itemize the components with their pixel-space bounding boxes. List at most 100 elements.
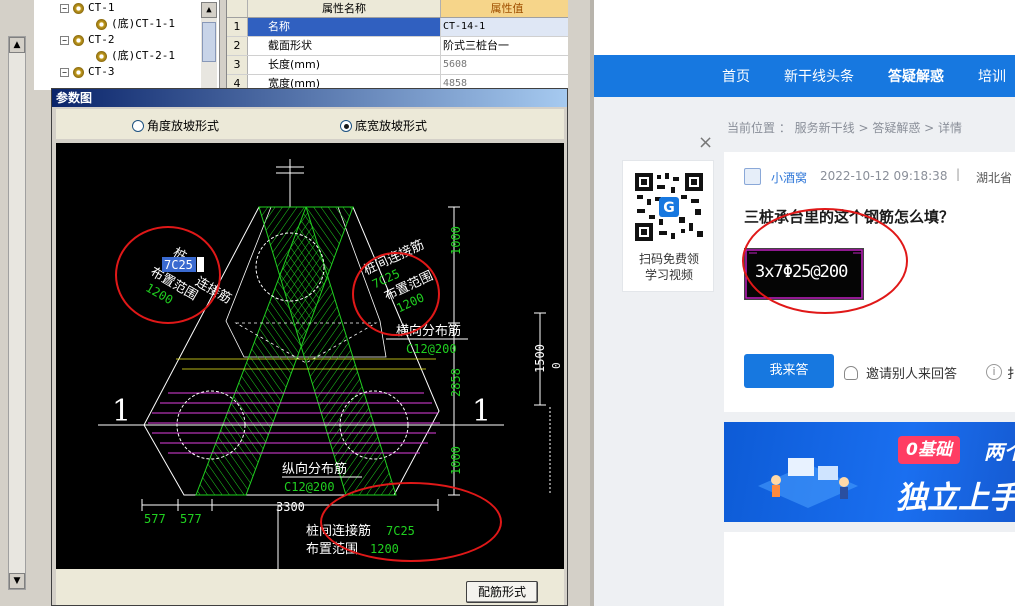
dim-0: 0 [550, 362, 563, 369]
left-connection-label: 桩 连接筋 布置范围 1200 [143, 245, 234, 307]
banner-subtitle: 两个 [984, 440, 1015, 464]
text-cursor [197, 257, 204, 272]
dialog-footer: 配筋形式 [56, 569, 564, 605]
invite-answer-link[interactable]: 邀请别人来回答 [844, 363, 957, 382]
dim-577-a: 577 [144, 512, 166, 526]
cad-drawing-canvas[interactable]: 1 1 1000 2858 1000 1500 0 577 577 3300 桩… [56, 143, 564, 569]
banner-badge: 0基础 [898, 436, 960, 464]
radio-button-selected-icon[interactable] [340, 119, 352, 132]
component-gear-icon [96, 50, 107, 62]
qr-promo-card[interactable]: G 扫码免费领 学习视频 [622, 160, 714, 292]
cad-application-pane: ▲ ▼ − CT-1 (底)CT-1-1 − CT-2 (底)CT-2-1 − CT-… [0, 0, 592, 606]
row-index: 1 [227, 18, 248, 36]
property-value-input[interactable]: 阶式三桩台一 [441, 37, 573, 55]
longitudinal-bar-label: 纵向分布筋 [282, 461, 347, 477]
radio-bottom-width-slope[interactable]: 底宽放坡形式 [340, 117, 427, 134]
transverse-bar-label: 横向分布筋 [396, 323, 461, 339]
outer-vertical-scrollbar[interactable]: ▲ ▼ [8, 36, 26, 590]
tree-item[interactable]: − CT-3 [34, 64, 219, 80]
tree-scrollbar[interactable]: ▲ [201, 2, 217, 90]
collapse-toggle-icon[interactable]: − [60, 67, 69, 77]
banner-title: 独立上手 [896, 480, 1015, 516]
bottom-range-value: 1200 [370, 542, 399, 556]
tree-item-label: CT-1 [88, 1, 115, 14]
classroom-illustration-icon [758, 458, 858, 508]
site-header [594, 0, 1015, 55]
row-index: 3 [227, 56, 248, 74]
meta-divider: | [956, 167, 961, 181]
radio-angle-slope[interactable]: 角度放坡形式 [132, 117, 219, 134]
dim-1000-top: 1000 [449, 226, 463, 255]
question-image-text: 3x7Φ25@200 [755, 262, 848, 282]
property-row[interactable]: 2 截面形状 阶式三桩台一 [227, 37, 576, 56]
scroll-down-arrow-icon[interactable]: ▼ [9, 573, 25, 589]
tree-item[interactable]: − CT-2 [34, 32, 219, 48]
longitudinal-distribution-bars [148, 392, 440, 454]
component-gear-icon [73, 2, 84, 14]
header-property-value: 属性值 [441, 0, 573, 17]
nav-item-headlines[interactable]: 新干线头条 [784, 66, 854, 86]
dim-1500: 1500 [533, 344, 547, 373]
tree-item-label: CT-3 [88, 65, 115, 78]
property-value-input[interactable]: CT-14-1 [441, 18, 573, 36]
property-grid: 属性名称 属性值 1 名称 CT-14-1 2 截面形状 阶式三桩台一 3 长度… [226, 0, 576, 94]
author-name[interactable]: 小酒窝 [771, 169, 807, 186]
app-edge-strip [568, 0, 592, 606]
left-selected-value[interactable]: 7C25 [164, 258, 193, 272]
property-value-input[interactable]: 5608 [441, 56, 573, 74]
qr-caption: 扫码免费领 学习视频 [638, 252, 699, 282]
main-nav: 首页 新干线头条 答疑解惑 培训 [594, 55, 1015, 97]
property-grid-header: 属性名称 属性值 [227, 0, 576, 18]
tree-item[interactable]: (底)CT-2-1 [34, 48, 219, 64]
bottom-connection-label: 桩间连接筋 [306, 523, 371, 539]
rebar-form-button[interactable]: 配筋形式 [466, 581, 538, 603]
dialog-title: 参数图 [52, 89, 567, 107]
property-row[interactable]: 1 名称 CT-14-1 [227, 18, 576, 37]
tree-item-label: CT-2 [88, 33, 115, 46]
tree-item[interactable]: − CT-1 [34, 0, 219, 16]
component-gear-icon [73, 34, 84, 46]
breadcrumb: 当前位置 ： 服务新干线 > 答疑解惑 > 详情 [727, 121, 962, 135]
property-name: 名称 [248, 18, 441, 36]
avatar[interactable] [744, 168, 761, 185]
slope-mode-radio-group: 角度放坡形式 底宽放坡形式 [56, 109, 564, 139]
component-gear-icon [73, 66, 84, 78]
close-icon[interactable]: × [698, 132, 713, 153]
person-icon [844, 366, 858, 380]
svg-text:G: G [663, 200, 675, 216]
transverse-bar-value: C12@200 [406, 342, 457, 356]
scroll-up-arrow-icon[interactable]: ▲ [201, 2, 217, 18]
post-timestamp: 2022-10-12 09:18:38 [820, 169, 948, 183]
content-card [724, 532, 1015, 606]
tree-item-label: (底)CT-1-1 [111, 17, 175, 30]
pile-cap-drawing: 1 1 1000 2858 1000 1500 0 577 577 3300 桩… [98, 159, 563, 569]
dim-577-b: 577 [180, 512, 202, 526]
nav-item-training[interactable]: 培训 [978, 66, 1006, 86]
collapse-toggle-icon[interactable]: − [60, 3, 69, 13]
property-row[interactable]: 3 长度(mm) 5608 [227, 56, 576, 75]
radio-button-icon[interactable] [132, 119, 144, 132]
info-icon[interactable]: i [986, 364, 1002, 380]
dim-2858: 2858 [449, 368, 463, 397]
tree-item[interactable]: (底)CT-1-1 [34, 16, 219, 32]
longitudinal-bar-value: C12@200 [284, 480, 335, 494]
question-card: 小酒窝 2022-10-12 09:18:38 | 湖北省 三桩承台里的这个钢筋… [724, 152, 1015, 412]
component-tree: − CT-1 (底)CT-1-1 − CT-2 (底)CT-2-1 − CT-3 ▲ [34, 0, 220, 90]
question-image[interactable]: 3x7Φ25@200 [744, 248, 864, 300]
bottom-connection-value: 7C25 [386, 524, 415, 538]
scroll-up-arrow-icon[interactable]: ▲ [9, 37, 25, 53]
collapse-toggle-icon[interactable]: − [60, 35, 69, 45]
answer-button[interactable]: 我来答 [744, 354, 834, 388]
parameter-drawing-dialog: 参数图 角度放坡形式 底宽放坡形式 1 1 1000 2858 1000 150… [51, 88, 568, 606]
promo-banner[interactable]: 0基础 两个 独立上手 [724, 422, 1015, 522]
report-link-truncated[interactable]: 扌 [1007, 363, 1015, 382]
question-title: 三桩承台里的这个钢筋怎么填？ [744, 208, 955, 226]
scroll-thumb[interactable] [202, 22, 216, 62]
component-gear-icon [96, 18, 107, 30]
nav-item-qa[interactable]: 答疑解惑 [888, 66, 944, 86]
tree-item-label: (底)CT-2-1 [111, 49, 175, 62]
nav-item-home[interactable]: 首页 [722, 66, 750, 86]
right-connection-label: 桩间连接筋 7C25 布置范围 1200 [361, 237, 436, 316]
invite-label: 邀请别人来回答 [866, 367, 958, 382]
dim-3300: 3300 [276, 500, 305, 514]
